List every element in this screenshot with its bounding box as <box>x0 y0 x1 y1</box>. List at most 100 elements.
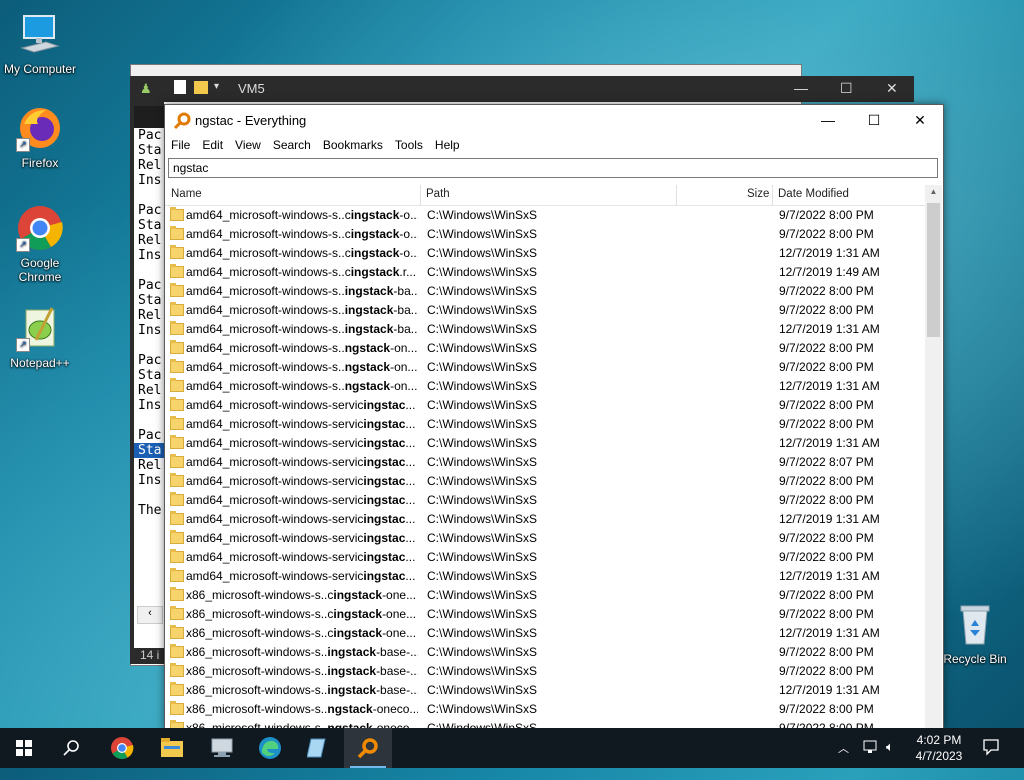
result-row[interactable]: amd64_microsoft-windows-s..ingstack-ba..… <box>165 301 925 320</box>
result-row[interactable]: amd64_microsoft-windows-servicingstac...… <box>165 396 925 415</box>
column-path[interactable]: Path <box>426 188 450 200</box>
desktop-icon-chrome[interactable]: ↗ Google Chrome <box>0 204 80 284</box>
close-icon[interactable]: ✕ <box>886 80 898 97</box>
quick-access-dropdown-icon[interactable]: ▾ <box>214 81 219 92</box>
result-row[interactable]: x86_microsoft-windows-s..ingstack-base-.… <box>165 662 925 681</box>
console-line: Sta <box>138 143 162 158</box>
result-row[interactable]: x86_microsoft-windows-s..cingstack-one..… <box>165 605 925 624</box>
result-row[interactable]: amd64_microsoft-windows-s..cingstack-o..… <box>165 206 925 225</box>
taskbar-file-explorer[interactable] <box>148 728 196 768</box>
name-match: ngstack <box>327 702 373 716</box>
name-prefix: amd64_microsoft-windows-servic <box>186 512 364 526</box>
folder-icon <box>170 378 184 392</box>
result-row[interactable]: amd64_microsoft-windows-servicingstac...… <box>165 510 925 529</box>
result-row[interactable]: amd64_microsoft-windows-servicingstac...… <box>165 529 925 548</box>
result-name: amd64_microsoft-windows-s..cingstack.r..… <box>186 265 418 279</box>
desktop-icon-my-computer[interactable]: My Computer <box>0 10 80 76</box>
column-size[interactable]: Size <box>747 188 769 200</box>
taskbar-notepad[interactable] <box>294 728 342 768</box>
volume-icon[interactable]: 🔈︎ <box>886 739 894 779</box>
column-date-modified[interactable]: Date Modified <box>778 188 849 200</box>
scrollbar-thumb[interactable] <box>927 203 940 337</box>
result-row[interactable]: x86_microsoft-windows-s..ingstack-base-.… <box>165 643 925 662</box>
menu-bookmarks[interactable]: Bookmarks <box>317 135 389 155</box>
name-suffix: ... <box>405 550 416 564</box>
result-row[interactable]: amd64_microsoft-windows-s..ingstack-ba..… <box>165 320 925 339</box>
folder-icon <box>170 644 184 658</box>
column-separator[interactable] <box>420 185 421 205</box>
result-row[interactable]: amd64_microsoft-windows-s..cingstack.r..… <box>165 263 925 282</box>
result-date: 9/7/2022 8:00 PM <box>779 398 874 412</box>
column-separator[interactable] <box>676 185 677 205</box>
result-row[interactable]: amd64_microsoft-windows-servicingstac...… <box>165 415 925 434</box>
everything-titlebar[interactable]: ngstac - Everything — ☐ ✕ <box>165 105 943 135</box>
result-name: x86_microsoft-windows-s..cingstack-one..… <box>186 626 418 640</box>
taskbar-network-folder[interactable] <box>198 728 246 768</box>
result-date: 12/7/2019 1:49 AM <box>779 265 880 279</box>
taskbar-chrome[interactable] <box>98 728 146 768</box>
menu-tools[interactable]: Tools <box>389 135 429 155</box>
result-row[interactable]: amd64_microsoft-windows-servicingstac...… <box>165 567 925 586</box>
result-row[interactable]: amd64_microsoft-windows-s..ngstack-on...… <box>165 339 925 358</box>
search-button[interactable] <box>48 728 96 768</box>
scroll-up-icon[interactable]: ▲ <box>925 187 942 196</box>
search-input[interactable] <box>168 158 938 178</box>
folder-icon <box>170 283 184 297</box>
result-row[interactable]: x86_microsoft-windows-s..cingstack-one..… <box>165 624 925 643</box>
result-row[interactable]: amd64_microsoft-windows-servicingstac...… <box>165 548 925 567</box>
monitor-icon <box>16 10 64 58</box>
name-prefix: x86_microsoft-windows-s..c <box>186 588 334 602</box>
result-row[interactable]: amd64_microsoft-windows-servicingstac...… <box>165 491 925 510</box>
result-row[interactable]: amd64_microsoft-windows-servicingstac...… <box>165 453 925 472</box>
result-row[interactable]: amd64_microsoft-windows-servicingstac...… <box>165 434 925 453</box>
maximize-button[interactable]: ☐ <box>851 105 897 135</box>
desktop-icon-recycle-bin[interactable]: Recycle Bin <box>935 600 1015 666</box>
result-path: C:\Windows\WinSxS <box>427 436 538 450</box>
result-row[interactable]: amd64_microsoft-windows-s..ingstack-ba..… <box>165 282 925 301</box>
menu-help[interactable]: Help <box>429 135 466 155</box>
result-row[interactable]: amd64_microsoft-windows-s..ngstack-on...… <box>165 377 925 396</box>
desktop-icon-notepadpp[interactable]: ↗ Notepad++ <box>0 304 80 370</box>
show-hidden-icons-icon[interactable]: ︿ <box>838 740 849 780</box>
notifications-icon[interactable] <box>982 738 1000 778</box>
properties-icon[interactable] <box>174 80 186 94</box>
scroll-left-button[interactable]: ‹ <box>137 606 163 624</box>
close-button[interactable]: ✕ <box>897 105 943 135</box>
name-suffix: -base-... <box>376 683 418 697</box>
result-row[interactable]: x86_microsoft-windows-s..cingstack-one..… <box>165 586 925 605</box>
menu-edit[interactable]: Edit <box>196 135 229 155</box>
menu-view[interactable]: View <box>229 135 267 155</box>
network-icon[interactable] <box>862 738 880 778</box>
result-row[interactable]: amd64_microsoft-windows-s..ngstack-on...… <box>165 358 925 377</box>
vm5-window-titlebar[interactable]: ♟ ▾ VM5 — ☐ ✕ <box>130 76 914 102</box>
result-row[interactable]: x86_microsoft-windows-s..ngstack-oneco..… <box>165 700 925 719</box>
desktop-icon-firefox[interactable]: ↗ Firefox <box>0 104 80 170</box>
column-name[interactable]: Name <box>171 188 202 200</box>
folder-icon <box>170 245 184 259</box>
menu-search[interactable]: Search <box>267 135 317 155</box>
result-row[interactable]: amd64_microsoft-windows-servicingstac...… <box>165 472 925 491</box>
taskbar-everything[interactable] <box>344 728 392 768</box>
name-match: ingstac <box>363 512 406 526</box>
minimize-button[interactable]: — <box>805 105 851 135</box>
maximize-icon[interactable]: ☐ <box>840 80 853 97</box>
everything-window[interactable]: ngstac - Everything — ☐ ✕ File Edit View Se… <box>164 104 944 730</box>
start-button[interactable] <box>0 728 48 768</box>
minimize-icon[interactable]: — <box>794 80 808 96</box>
result-row[interactable]: x86_microsoft-windows-s..ingstack-base-.… <box>165 681 925 700</box>
system-clock[interactable]: 4:02 PM 4/7/2023 <box>906 732 972 764</box>
column-separator[interactable] <box>772 185 773 205</box>
vertical-scrollbar[interactable]: ▲ <box>925 185 942 729</box>
console-line: Pac <box>138 353 162 368</box>
file-tab[interactable] <box>134 106 164 128</box>
menu-file[interactable]: File <box>165 135 196 155</box>
name-match: ingstac <box>363 436 406 450</box>
result-path: C:\Windows\WinSxS <box>427 227 538 241</box>
result-row[interactable]: amd64_microsoft-windows-s..cingstack-o..… <box>165 225 925 244</box>
search-icon <box>63 740 79 756</box>
taskbar-edge[interactable] <box>246 728 294 768</box>
result-row[interactable]: amd64_microsoft-windows-s..cingstack-o..… <box>165 244 925 263</box>
folder-icon[interactable] <box>194 81 208 94</box>
